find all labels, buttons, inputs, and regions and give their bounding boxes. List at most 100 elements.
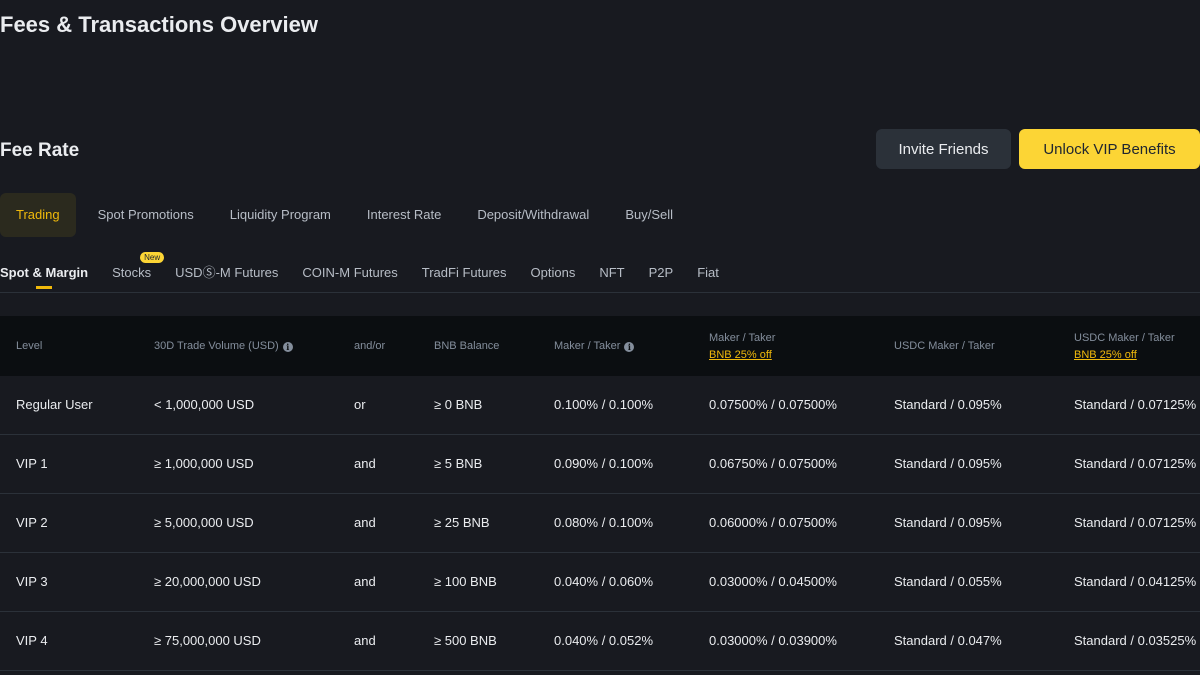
tab-trading[interactable]: Trading (0, 193, 76, 237)
cell-usdc-maker-taker-bnb: Standard / 0.03525% (1074, 633, 1197, 648)
page-title: Fees & Transactions Overview (0, 12, 318, 37)
cell-maker-taker-bnb: 0.06750% / 0.07500% (709, 456, 837, 471)
header-level: Level (16, 316, 42, 376)
tab-interest-rate[interactable]: Interest Rate (349, 193, 459, 237)
subtab-tradfi-futures[interactable]: TradFi Futures (422, 258, 507, 288)
fees-page: Fees & Transactions Overview Fee Rate In… (0, 0, 1200, 675)
cell-maker-taker-bnb: 0.03000% / 0.03900% (709, 633, 837, 648)
cell-maker-taker: 0.090% / 0.100% (554, 456, 654, 471)
cell-maker-taker-bnb: 0.06000% / 0.07500% (709, 515, 837, 530)
cell-trade-volume: ≥ 20,000,000 USD (154, 574, 261, 589)
cell-bnb-balance: ≥ 0 BNB (434, 397, 483, 412)
table-row: Regular User < 1,000,000 USD or ≥ 0 BNB 0.10… (0, 376, 1200, 435)
cell-bnb-balance: ≥ 5 BNB (434, 456, 483, 471)
cell-and-or: and (354, 574, 376, 589)
cell-usdc-maker-taker: Standard / 0.095% (894, 397, 1002, 412)
invite-friends-button[interactable]: Invite Friends (876, 129, 1011, 169)
fee-table: Level 30D Trade Volume (USD) i and/or BNB… (0, 316, 1200, 671)
header-and-or: and/or (354, 316, 385, 376)
cell-bnb-balance: ≥ 500 BNB (434, 633, 497, 648)
table-body: Regular User < 1,000,000 USD or ≥ 0 BNB 0.10… (0, 376, 1200, 671)
cell-usdc-maker-taker-bnb: Standard / 0.07125% (1074, 397, 1197, 412)
cell-level: VIP 3 (16, 574, 48, 589)
header-label: Level (16, 340, 43, 352)
sub-tabs: Spot & Margin New Stocks USDⓈ-M Futures C… (0, 252, 1200, 293)
cell-trade-volume: ≥ 5,000,000 USD (154, 515, 254, 530)
new-badge: New (140, 252, 165, 263)
tab-spot-promotions[interactable]: Spot Promotions (80, 193, 212, 237)
tab-deposit-withdrawal[interactable]: Deposit/Withdrawal (459, 193, 607, 237)
header-label-row: Maker / Taker i (554, 340, 635, 352)
header-label: Maker / Taker (554, 340, 621, 352)
cell-usdc-maker-taker-bnb: Standard / 0.07125% (1074, 515, 1197, 530)
subtab-label: Stocks (112, 265, 152, 280)
header-label: BNB Balance (434, 340, 500, 352)
bnb-discount-link[interactable]: BNB 25% off (709, 349, 775, 361)
cell-bnb-balance: ≥ 25 BNB (434, 515, 490, 530)
cell-level: VIP 1 (16, 456, 48, 471)
cell-usdc-maker-taker-bnb: Standard / 0.07125% (1074, 456, 1197, 471)
cell-and-or: and (354, 456, 376, 471)
subtab-label: Fiat (697, 265, 719, 280)
subtab-usds-m-futures[interactable]: USDⓈ-M Futures (175, 258, 278, 288)
cell-level: VIP 2 (16, 515, 48, 530)
subtab-label: Spot & Margin (0, 265, 89, 280)
subtab-label: P2P (648, 265, 674, 280)
header-actions: Invite Friends Unlock VIP Benefits (876, 129, 1200, 169)
cell-maker-taker: 0.040% / 0.052% (554, 633, 654, 648)
subtab-coin-m-futures[interactable]: COIN-M Futures (302, 258, 397, 288)
cell-trade-volume: < 1,000,000 USD (154, 397, 255, 412)
cell-bnb-balance: ≥ 100 BNB (434, 574, 497, 589)
fee-rate-title: Fee Rate (0, 140, 80, 161)
cell-trade-volume: ≥ 1,000,000 USD (154, 456, 254, 471)
subtab-fiat[interactable]: Fiat (697, 258, 719, 288)
subtab-label: USDⓈ-M Futures (175, 265, 279, 280)
cell-usdc-maker-taker: Standard / 0.095% (894, 515, 1002, 530)
cell-usdc-maker-taker: Standard / 0.047% (894, 633, 1002, 648)
info-icon[interactable]: i (282, 342, 293, 352)
cell-maker-taker-bnb: 0.03000% / 0.04500% (709, 574, 837, 589)
header-label: 30D Trade Volume (USD) (154, 340, 279, 352)
table-row: VIP 2 ≥ 5,000,000 USD and ≥ 25 BNB 0.080% / … (0, 494, 1200, 553)
subtab-label: Options (530, 265, 576, 280)
subtab-nft[interactable]: NFT (599, 258, 624, 288)
subtab-p2p[interactable]: P2P (649, 258, 674, 288)
table-row: VIP 1 ≥ 1,000,000 USD and ≥ 5 BNB 0.090% / 0… (0, 435, 1200, 494)
header-trade-volume: 30D Trade Volume (USD) i (154, 316, 293, 376)
header-label: Maker / Taker (709, 331, 776, 344)
unlock-vip-button[interactable]: Unlock VIP Benefits (1019, 129, 1200, 169)
cell-usdc-maker-taker: Standard / 0.055% (894, 574, 1002, 589)
subtab-label: TradFi Futures (421, 265, 507, 280)
cell-maker-taker: 0.080% / 0.100% (554, 515, 654, 530)
cell-usdc-maker-taker: Standard / 0.095% (894, 456, 1002, 471)
header-label: USDC Maker / Taker (894, 340, 995, 352)
cell-level: Regular User (16, 397, 93, 412)
subtab-stocks[interactable]: New Stocks (112, 252, 165, 288)
table-row: VIP 3 ≥ 20,000,000 USD and ≥ 100 BNB 0.040% … (0, 553, 1200, 612)
header-maker-taker: Maker / Taker i (554, 316, 635, 376)
header-label: USDC Maker / Taker (1074, 331, 1175, 344)
header-usdc-maker-taker: USDC Maker / Taker (894, 316, 995, 376)
cell-maker-taker: 0.100% / 0.100% (554, 397, 654, 412)
info-icon[interactable]: i (624, 342, 635, 352)
tab-buy-sell[interactable]: Buy/Sell (607, 193, 691, 237)
header-maker-taker-bnb: Maker / Taker BNB 25% off (709, 316, 775, 376)
bnb-discount-link[interactable]: BNB 25% off (1074, 349, 1175, 361)
subtab-label: COIN-M Futures (302, 265, 398, 280)
subtab-label: NFT (599, 265, 625, 280)
header-usdc-maker-taker-bnb: USDC Maker / Taker BNB 25% off (1074, 316, 1175, 376)
cell-and-or: or (354, 397, 366, 412)
tab-liquidity-program[interactable]: Liquidity Program (212, 193, 349, 237)
table-header: Level 30D Trade Volume (USD) i and/or BNB… (0, 316, 1200, 376)
cell-maker-taker-bnb: 0.07500% / 0.07500% (709, 397, 837, 412)
subtab-options[interactable]: Options (531, 258, 576, 288)
cell-and-or: and (354, 515, 376, 530)
main-tabs: Trading Spot Promotions Liquidity Progra… (0, 193, 691, 237)
cell-trade-volume: ≥ 75,000,000 USD (154, 633, 261, 648)
cell-and-or: and (354, 633, 376, 648)
table-row: VIP 4 ≥ 75,000,000 USD and ≥ 500 BNB 0.040% … (0, 612, 1200, 671)
subtab-spot-margin[interactable]: Spot & Margin (0, 258, 89, 289)
header-label-row: 30D Trade Volume (USD) i (154, 340, 293, 352)
cell-maker-taker: 0.040% / 0.060% (554, 574, 654, 589)
cell-level: VIP 4 (16, 633, 48, 648)
